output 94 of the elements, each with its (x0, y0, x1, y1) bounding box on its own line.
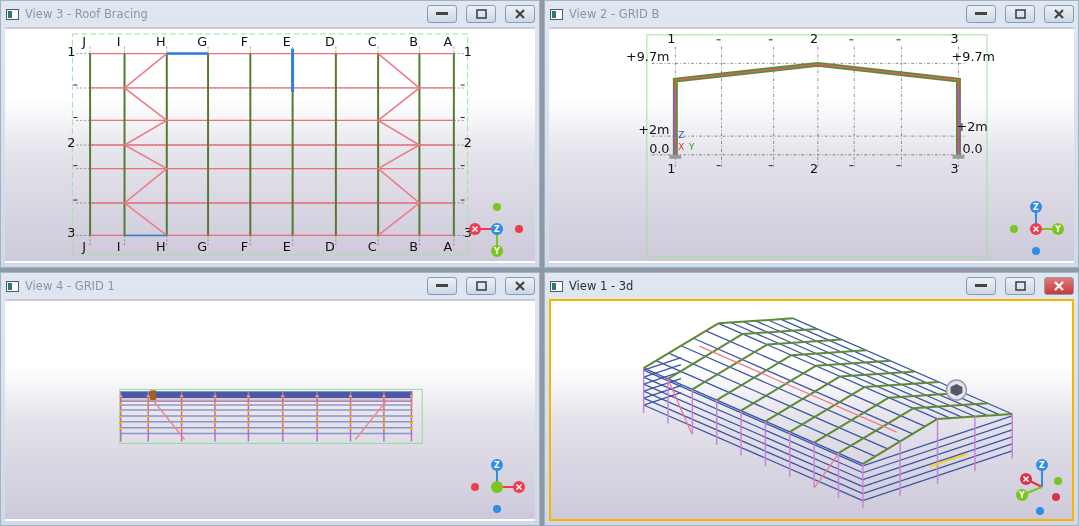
grid-label: G (197, 33, 208, 49)
origin-label: X (678, 141, 685, 152)
grid-label: 3 (463, 225, 472, 241)
grid-label: 3 (950, 161, 959, 177)
grid-label: J (82, 239, 87, 255)
maximize-icon (1014, 281, 1026, 291)
grid-label: C (367, 239, 377, 255)
minimize-icon (975, 12, 987, 16)
grid-label: E (282, 239, 291, 255)
grid-label: G (197, 239, 208, 255)
axis-handle[interactable] (469, 223, 481, 235)
close-button[interactable] (505, 277, 535, 295)
grid-label: 2 (67, 134, 76, 150)
axis-dot[interactable] (1010, 225, 1018, 233)
minimize-button[interactable] (427, 5, 457, 23)
close-button[interactable] (1044, 277, 1074, 295)
maximize-button[interactable] (466, 277, 496, 295)
close-icon (1053, 8, 1065, 20)
minimize-icon (436, 284, 448, 288)
minimize-icon (975, 284, 987, 288)
minimize-button[interactable] (427, 277, 457, 295)
grid-label: D (325, 33, 335, 49)
axis-handle[interactable] (1030, 223, 1042, 235)
level-label: 0.0 (649, 140, 670, 156)
maximize-button[interactable] (466, 5, 496, 23)
level-label: +9.7m (951, 49, 995, 65)
grid-label: 1 (667, 30, 676, 46)
grid-label: 3 (950, 30, 959, 46)
axis-handle[interactable]: Z (1030, 201, 1042, 213)
grid-label: B (409, 239, 418, 255)
grid-label: B (409, 33, 418, 49)
origin-label: Y (689, 141, 695, 152)
view-icon (550, 8, 563, 20)
grid-label: 1 (667, 161, 676, 177)
grid-label: H (156, 239, 166, 255)
view-icon (550, 280, 563, 292)
minimize-icon (436, 12, 448, 16)
window-title: View 3 - Roof Bracing (25, 7, 149, 21)
close-icon (1053, 280, 1065, 292)
axis-dot[interactable] (471, 483, 479, 491)
axis-handle[interactable] (1020, 473, 1032, 485)
grid-label: E (282, 33, 291, 49)
grid-label: F (240, 239, 249, 255)
maximize-icon (475, 9, 487, 19)
axis-dot[interactable] (515, 225, 523, 233)
axis-dot[interactable] (1054, 477, 1062, 485)
axis-handle[interactable]: Z (1036, 459, 1048, 471)
axis-dot[interactable] (493, 203, 501, 211)
grid-label: H (156, 33, 166, 49)
axis-dot[interactable] (1032, 247, 1040, 255)
close-button[interactable] (1044, 5, 1074, 23)
grid-label: A (443, 239, 453, 255)
grid-label: F (240, 33, 249, 49)
origin-label: Z (678, 130, 685, 141)
level-label: 0.0 (962, 140, 983, 156)
level-label: +9.7m (626, 49, 670, 65)
axis-handle[interactable]: Z (491, 459, 503, 471)
close-icon (514, 8, 526, 20)
axis-handle[interactable] (513, 481, 525, 493)
view-icon (6, 280, 19, 292)
grid-label: A (443, 33, 453, 49)
level-label: +2m (638, 122, 670, 138)
minimize-button[interactable] (966, 277, 996, 295)
grid-label: 2 (809, 30, 818, 46)
grid-label: 1 (67, 43, 76, 59)
window-title: View 4 - GRID 1 (25, 279, 116, 293)
grid-label: 2 (809, 161, 818, 177)
maximize-button[interactable] (1005, 5, 1035, 23)
maximize-icon (475, 281, 487, 291)
window-title: View 2 - GRID B (569, 7, 661, 21)
axis-dot[interactable] (493, 505, 501, 513)
axis-handle[interactable]: Z (491, 223, 503, 235)
window-title: View 1 - 3d (569, 279, 635, 293)
axis-handle[interactable]: Y (1052, 223, 1064, 235)
grid-label: 3 (67, 225, 76, 241)
grid-label: J (82, 33, 87, 49)
grid-label: I (116, 239, 121, 255)
axis-dot[interactable] (1036, 507, 1044, 515)
minimize-button[interactable] (966, 5, 996, 23)
axis-handle[interactable]: Y (491, 245, 503, 257)
axis-handle[interactable] (491, 481, 503, 493)
grid-label: 2 (463, 134, 472, 150)
grid-label: D (325, 239, 335, 255)
grid-label: I (116, 33, 121, 49)
grid-label: C (367, 33, 377, 49)
close-button[interactable] (505, 5, 535, 23)
view-cube-icon[interactable] (945, 379, 968, 401)
grid-label: 1 (463, 43, 472, 59)
axis-handle[interactable]: Y (1016, 489, 1028, 501)
close-icon (514, 280, 526, 292)
maximize-icon (1014, 9, 1026, 19)
axis-dot[interactable] (1052, 493, 1060, 501)
maximize-button[interactable] (1005, 277, 1035, 295)
view-icon (6, 8, 19, 20)
